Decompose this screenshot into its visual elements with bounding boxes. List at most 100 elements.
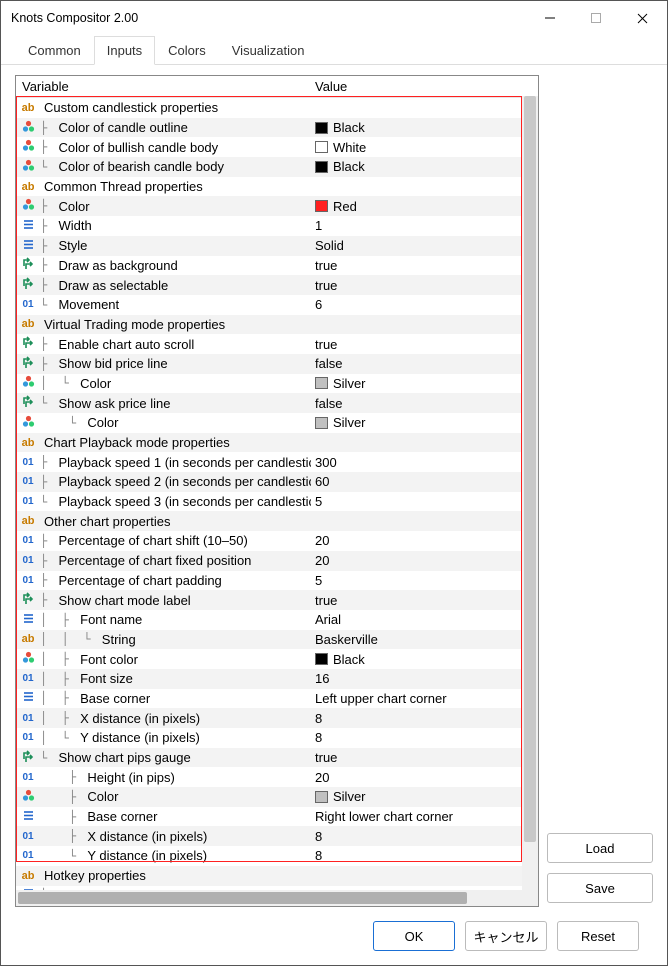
value-cell[interactable]: Silver [311,376,538,391]
load-button[interactable]: Load [547,833,653,863]
table-row[interactable]: 01├ Percentage of chart fixed position20 [16,551,538,571]
table-row[interactable]: 01└ Movement6 [16,295,538,315]
table-row[interactable]: ├ Show chart mode labeltrue [16,590,538,610]
value-cell[interactable]: Red [311,199,538,214]
table-row[interactable]: 01 ├ X distance (in pixels)8 [16,826,538,846]
value-text: true [315,593,337,608]
tab-visualization[interactable]: Visualization [219,36,318,65]
value-cell[interactable]: 5 [311,573,538,588]
value-cell[interactable]: true [311,593,538,608]
horizontal-scrollbar[interactable] [16,890,538,906]
table-row[interactable]: abVirtual Trading mode properties [16,315,538,335]
type-bool-icon [20,257,36,273]
minimize-button[interactable] [527,3,573,33]
tab-common[interactable]: Common [15,36,94,65]
value-cell[interactable]: 16 [311,671,538,686]
table-row[interactable]: └ Show ask price linefalse [16,393,538,413]
table-row[interactable]: ├ Show bid price linefalse [16,354,538,374]
value-cell[interactable]: 8 [311,711,538,726]
table-row[interactable]: └ ColorSilver [16,413,538,433]
value-cell[interactable]: 60 [311,474,538,489]
vertical-scrollbar[interactable] [522,96,538,890]
value-cell[interactable]: false [311,396,538,411]
ok-button[interactable]: OK [373,921,455,951]
table-row[interactable]: 01 ├ Height (in pips)20 [16,767,538,787]
tree-indent: ├ [40,554,54,568]
table-row[interactable]: │ ├ Font nameArial [16,610,538,630]
tab-inputs[interactable]: Inputs [94,36,155,65]
table-row[interactable]: ├ Draw as selectabletrue [16,275,538,295]
table-row[interactable]: ab│ │ └ StringBaskerville [16,630,538,650]
table-row[interactable]: abChart Playback mode properties [16,433,538,453]
value-cell[interactable]: Black [311,652,538,667]
value-cell[interactable]: true [311,278,538,293]
table-row[interactable]: 01└ Playback speed 3 (in seconds per can… [16,492,538,512]
table-row[interactable]: 01│ ├ Font size16 [16,669,538,689]
value-cell[interactable]: Baskerville [311,632,538,647]
table-row[interactable]: └ Show chart pips gaugetrue [16,748,538,768]
table-row[interactable]: └ Color of bearish candle bodyBlack [16,157,538,177]
table-row[interactable]: 01├ Percentage of chart shift (10–50)20 [16,531,538,551]
value-cell[interactable]: Black [311,120,538,135]
scrollbar-thumb[interactable] [524,96,536,842]
value-cell[interactable]: Right lower chart corner [311,809,538,824]
table-row[interactable]: 01 └ Y distance (in pixels)8 [16,846,538,866]
value-cell[interactable]: 1 [311,218,538,233]
value-cell[interactable]: 20 [311,533,538,548]
tab-colors[interactable]: Colors [155,36,219,65]
value-cell[interactable]: Arial [311,612,538,627]
value-cell[interactable]: Black [311,159,538,174]
value-cell[interactable]: Solid [311,238,538,253]
table-row[interactable]: abHotkey properties [16,866,538,886]
table-row[interactable]: 01│ ├ X distance (in pixels)8 [16,708,538,728]
table-row[interactable]: 01├ Percentage of chart padding5 [16,571,538,591]
value-cell[interactable]: 20 [311,770,538,785]
table-row[interactable]: ├ Enable chart auto scrolltrue [16,334,538,354]
table-row[interactable]: ├ ColorSilver [16,787,538,807]
value-cell[interactable]: true [311,750,538,765]
value-cell[interactable]: 8 [311,848,538,863]
value-cell[interactable]: 5 [311,494,538,509]
table-row[interactable]: ├ ColorRed [16,196,538,216]
value-cell[interactable]: 8 [311,829,538,844]
value-cell[interactable]: true [311,337,538,352]
maximize-button[interactable] [573,3,619,33]
value-cell[interactable]: true [311,258,538,273]
save-button[interactable]: Save [547,873,653,903]
table-row[interactable]: abOther chart properties [16,511,538,531]
value-cell[interactable]: 20 [311,553,538,568]
table-row[interactable]: ├ StyleSolid [16,236,538,256]
value-text: 60 [315,474,329,489]
table-row[interactable]: ├ Color of bullish candle bodyWhite [16,137,538,157]
table-row[interactable]: │ ├ Font colorBlack [16,649,538,669]
scrollbar-thumb[interactable] [18,892,467,904]
value-text: 20 [315,553,329,568]
table-row[interactable]: 01├ Playback speed 2 (in seconds per can… [16,472,538,492]
table-row[interactable]: │ ├ Base cornerLeft upper chart corner [16,689,538,709]
column-header-value[interactable]: Value [311,79,538,94]
table-row[interactable]: abCommon Thread properties [16,177,538,197]
variable-cell: abChart Playback mode properties [16,435,311,450]
close-button[interactable] [619,3,665,33]
table-row[interactable]: ├ Width1 [16,216,538,236]
table-row[interactable]: ├ Base cornerRight lower chart corner [16,807,538,827]
table-row[interactable]: ├ Color of candle outlineBlack [16,118,538,138]
column-header-variable[interactable]: Variable [16,79,311,94]
cancel-button[interactable]: キャンセル [465,921,547,951]
value-cell[interactable]: 6 [311,297,538,312]
table-row[interactable]: ├ Draw as backgroundtrue [16,256,538,276]
reset-button[interactable]: Reset [557,921,639,951]
value-cell[interactable]: 8 [311,730,538,745]
type-number-icon: 01 [20,831,36,842]
table-row[interactable]: 01├ Playback speed 1 (in seconds per can… [16,452,538,472]
value-cell[interactable]: Left upper chart corner [311,691,538,706]
value-cell[interactable]: White [311,140,538,155]
table-row[interactable]: abCustom candlestick properties [16,98,538,118]
value-cell[interactable]: Silver [311,789,538,804]
table-row[interactable]: 01│ └ Y distance (in pixels)8 [16,728,538,748]
type-number-icon: 01 [20,575,36,586]
value-cell[interactable]: false [311,356,538,371]
table-row[interactable]: │ └ ColorSilver [16,374,538,394]
value-cell[interactable]: Silver [311,415,538,430]
value-cell[interactable]: 300 [311,455,538,470]
